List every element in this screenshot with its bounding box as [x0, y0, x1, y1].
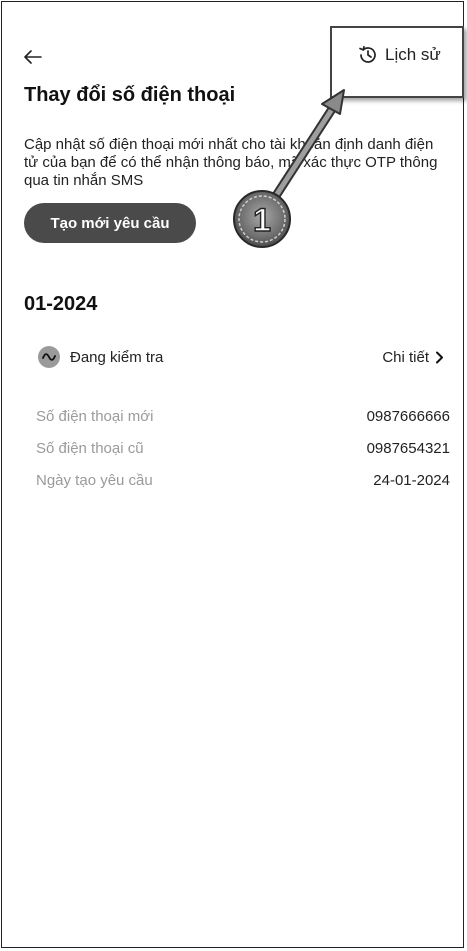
info-label: Số điện thoại cũ	[36, 440, 144, 457]
detail-label: Chi tiết	[382, 348, 429, 366]
detail-link[interactable]: Chi tiết	[382, 349, 444, 366]
status-label: Đang kiểm tra	[70, 348, 164, 366]
history-clock-icon	[359, 45, 376, 63]
info-row-new-phone: Số điện thoại mới 0987666666	[36, 408, 450, 425]
info-value: 0987654321	[366, 440, 450, 457]
info-label: Ngày tạo yêu cầu	[36, 472, 153, 489]
info-value: 24-01-2024	[373, 472, 450, 489]
info-value: 0987666666	[366, 408, 450, 425]
info-row-old-phone: Số điện thoại cũ 0987654321	[36, 440, 450, 457]
pending-wave-icon	[38, 346, 60, 368]
info-label: Số điện thoại mới	[36, 408, 154, 425]
arrow-left-icon	[24, 50, 42, 64]
create-request-button[interactable]: Tạo mới yêu cầu	[24, 203, 196, 243]
back-button[interactable]	[20, 44, 46, 70]
request-status-row: Đang kiểm tra Chi tiết	[24, 343, 444, 371]
history-button[interactable]: Lịch sử	[357, 44, 441, 66]
request-period-heading: 01-2024	[24, 293, 98, 315]
info-row-created-date: Ngày tạo yêu cầu 24-01-2024	[36, 472, 450, 489]
history-label: Lịch sử	[385, 45, 441, 64]
page-description: Cập nhật số điện thoại mới nhất cho tài …	[24, 136, 438, 189]
page-title: Thay đổi số điện thoại	[24, 84, 236, 106]
chevron-right-icon	[436, 351, 443, 363]
